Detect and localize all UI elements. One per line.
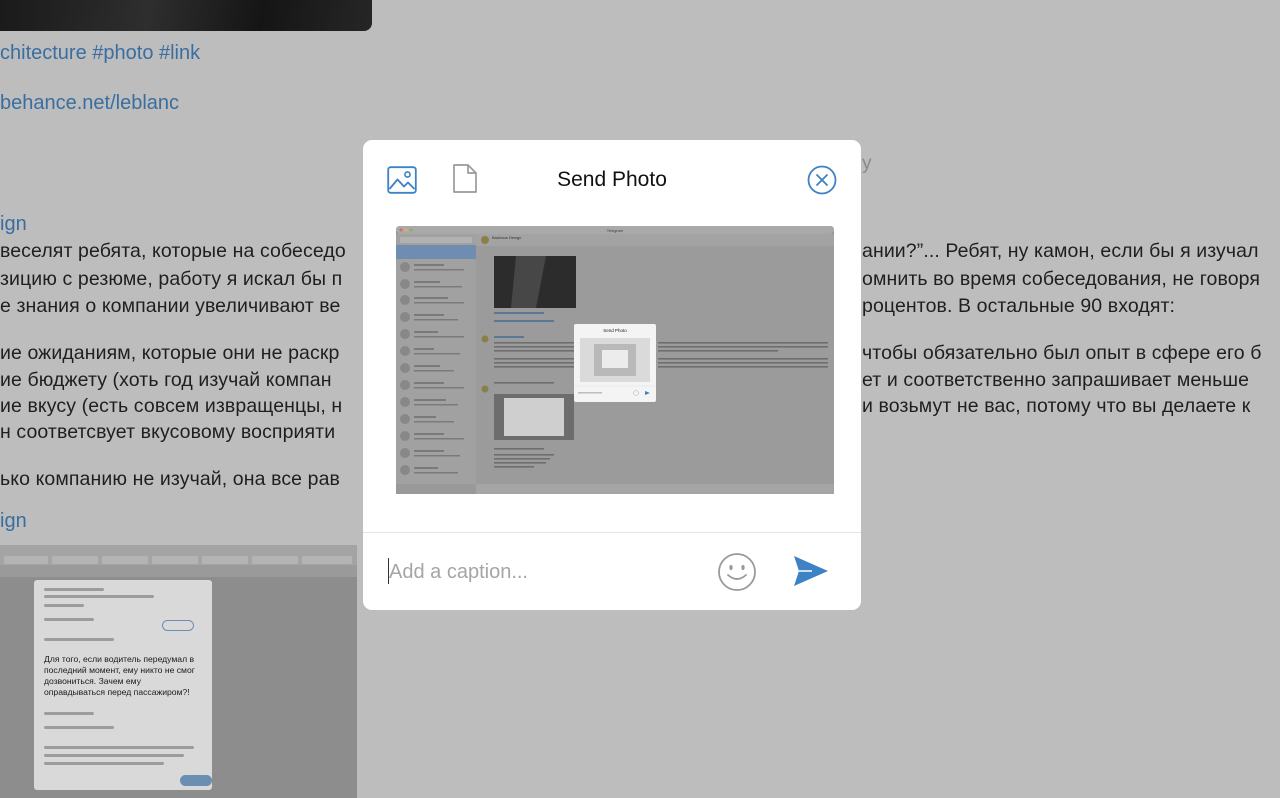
bg-message-line: зицию с резюме, работу я искал бы п [0, 268, 343, 290]
bg-message-line: ет и соответственно запрашивает меньше [862, 369, 1250, 391]
emoji-icon[interactable] [717, 552, 757, 597]
bg-tweet-text: Для того, если водитель передумал в посл… [44, 654, 195, 697]
bg-faint-label: y [862, 153, 872, 174]
text-cursor [388, 558, 389, 584]
caption-input[interactable] [387, 555, 689, 589]
send-icon[interactable] [792, 554, 830, 593]
bg-hashtags: chitecture #photo #link [0, 42, 201, 64]
bg-message-line: е знания о компании увеличивают ве [0, 295, 341, 317]
bg-author: ign [0, 213, 27, 235]
bg-message-line: ие бюджету (хоть год изучай компан [0, 369, 332, 391]
send-photo-dialog: Send Photo Telegram Bauhaus Design Send … [363, 140, 861, 610]
close-circle-icon[interactable] [807, 165, 837, 200]
bg-message-line: и возьмут не вас, потому что вы делаете … [862, 395, 1251, 417]
bg-message-line: ие вкусу (есть совсем извращенцы, н [0, 395, 343, 417]
bg-photo [0, 0, 372, 31]
bg-link: behance.net/leblanc [0, 92, 180, 114]
bg-message-line: ько компанию не изучай, она все рав [0, 468, 340, 490]
caption-divider [363, 532, 861, 533]
bg-message-line: ие ожиданиям, которые они не раскр [0, 342, 340, 364]
bg-browser-tabs [0, 545, 357, 565]
bg-author: ign [0, 510, 27, 532]
bg-tweet-card: Для того, если водитель передумал в посл… [34, 580, 212, 790]
dialog-title: Send Photo [557, 168, 667, 191]
preview-window-title: Telegram [607, 228, 624, 233]
bg-message-line: веселят ребята, которые на собеседо [0, 240, 346, 262]
bg-screenshot: Для того, если водитель передумал в посл… [0, 545, 357, 798]
photo-preview[interactable]: Telegram Bauhaus Design Send Photo [396, 226, 834, 494]
preview-nested-title: Send Photo [603, 328, 627, 333]
bg-message-line: роцентов. В остальные 90 входят: [862, 295, 1176, 317]
bg-message-line: чтобы обязательно был опыт в сфере его б [862, 342, 1262, 364]
preview-chat-title: Bauhaus Design [492, 235, 521, 240]
bg-message-line: ании?”... Ребят, ну камон, если бы я изу… [862, 240, 1259, 262]
bg-message-line: н соответсвует вкусовому восприяти [0, 421, 336, 443]
bg-message-line: омнить во время собеседования, не говоря [862, 268, 1261, 290]
